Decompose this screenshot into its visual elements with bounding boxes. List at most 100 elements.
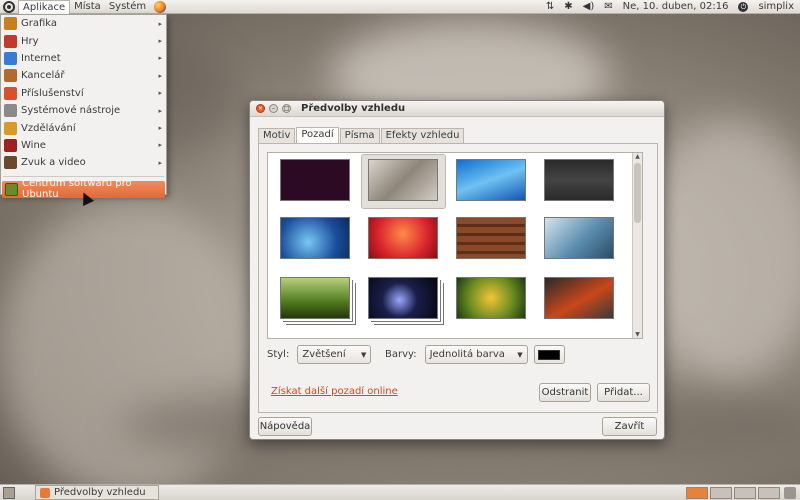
wallpaper-gallery[interactable]: ▲ ▼ [267,152,643,339]
menu-item-label: Hry [21,35,39,47]
menu-item[interactable]: Vzdělávání ▸ [1,119,166,136]
colors-row: Barvy: Jednolitá barva ▼ [385,345,565,364]
workspace-switcher [686,486,780,499]
menu-places[interactable]: Místa [70,0,105,14]
education-icon [4,121,17,135]
menu-item-label: Centrum softwaru pro Ubuntu [22,178,132,201]
colors-label: Barvy: [385,349,417,360]
appearance-icon [40,487,50,498]
menu-item-label: Systémové nástroje [21,105,121,117]
chevron-right-icon: ▸ [158,89,162,98]
workspace-4[interactable] [758,486,780,499]
wallpaper-thumb-red-flowers[interactable] [368,217,438,259]
chevron-down-icon: ▼ [360,350,367,359]
menu-applications[interactable]: Aplikace [18,0,71,14]
chevron-down-icon: ▼ [517,350,523,359]
menu-system[interactable]: Systém [105,0,150,14]
wallpaper-thumb-orange-streaks[interactable] [544,277,614,319]
menu-item-label: Vzdělávání [21,122,76,134]
taskbar-item[interactable]: Předvolby vzhledu [35,485,159,500]
firefox-icon[interactable] [154,0,167,13]
dialog-titlebar[interactable]: × – □ Předvolby vzhledu [250,101,664,117]
username[interactable]: simplix [758,1,794,12]
gallery-scrollbar[interactable]: ▲ ▼ [632,153,642,338]
wallpaper-thumb-blue-swirl[interactable] [280,217,350,259]
background-panel: ▲ ▼ Styl: Zvětšení ▼ Barvy: Jednolitá ba… [258,143,658,413]
close-button[interactable]: Zavřít [602,417,657,436]
workspace-2[interactable] [710,486,732,499]
menu-item[interactable]: Zvuk a video ▸ [1,154,166,171]
tab-fonts[interactable]: Písma [339,128,380,143]
menu-item[interactable]: Internet ▸ [1,50,166,67]
games-icon [4,34,17,48]
menu-item[interactable]: Kancelář ▸ [1,67,166,84]
tab-theme[interactable]: Motiv [258,128,296,143]
close-window-icon[interactable]: × [256,104,265,113]
maximize-window-icon[interactable]: □ [282,104,291,113]
chevron-right-icon: ▸ [158,54,162,63]
dialog-title: Předvolby vzhledu [301,103,406,114]
software-center-icon [5,182,18,196]
wine-icon [4,138,17,152]
tab-background[interactable]: Pozadí [296,127,339,143]
menu-item-label: Internet [21,52,61,64]
style-select[interactable]: Zvětšení ▼ [297,345,372,364]
volume-icon[interactable]: ◀) [583,1,595,12]
workspace-1[interactable] [686,486,708,499]
wallpaper-thumb-wooden-planks[interactable] [456,217,526,259]
remove-button[interactable]: Odstranit [539,383,591,402]
wallpaper-thumb-green-grass[interactable] [280,277,350,319]
wallpaper-thumb-night-sky[interactable] [368,277,438,319]
get-more-backgrounds-link[interactable]: Získat další pozadí online [271,386,398,397]
minimize-window-icon[interactable]: – [269,104,278,113]
wallpaper-thumb-dark-windows[interactable] [544,159,614,201]
chevron-right-icon: ▸ [158,141,162,150]
network-icon[interactable]: ⇅ [546,1,554,12]
scroll-up-icon[interactable]: ▲ [633,153,642,160]
colors-select-value: Jednolitá barva [429,349,505,360]
clock[interactable]: Ne, 10. duben, 02:16 [623,1,729,12]
bluetooth-icon[interactable]: ✱ [564,1,572,12]
chevron-right-icon: ▸ [158,106,162,115]
menu-item[interactable]: Grafika ▸ [1,15,166,32]
menu-item-label: Grafika [21,18,58,30]
accessories-icon [4,86,17,100]
color-swatch [538,349,561,360]
chevron-right-icon: ▸ [158,71,162,80]
wallpaper-thumb-yellow-flowers[interactable] [456,277,526,319]
wallpaper-thumb-blue-abstract-peak[interactable] [456,159,526,201]
trash-icon[interactable] [784,486,796,499]
color-picker-button[interactable] [533,345,565,364]
menu-item-label: Zvuk a video [21,157,86,169]
workspace-3[interactable] [734,486,756,499]
wallpaper-thumb-grey-warty-bokeh[interactable] [368,159,438,201]
show-desktop-icon[interactable] [3,486,15,499]
style-label: Styl: [267,349,290,360]
mail-icon[interactable]: ✉ [604,1,612,12]
menu-item[interactable]: Příslušenství ▸ [1,85,166,102]
chevron-right-icon: ▸ [158,19,162,28]
tab-bar: Motiv Pozadí Písma Efekty vzhledu [258,127,465,143]
menu-item-label: Příslušenství [21,87,84,99]
appearance-preferences-dialog: × – □ Předvolby vzhledu Motiv Pozadí Pís… [249,100,665,440]
menu-item[interactable]: Wine ▸ [1,137,166,154]
wallpaper-thumb-frozen-branches[interactable] [544,217,614,259]
scrollbar-thumb[interactable] [634,163,641,223]
style-select-value: Zvětšení [302,349,346,360]
help-button[interactable]: Nápověda [258,417,312,436]
sound-video-icon [4,156,17,170]
applications-menu: Grafika ▸ Hry ▸ Internet ▸ Kancelář ▸ Příslušens… [0,14,167,200]
menu-item[interactable]: Systémové nástroje ▸ [1,102,166,119]
ubuntu-logo-icon[interactable] [3,0,15,13]
office-icon [4,69,17,83]
menu-separator [3,175,164,177]
colors-select[interactable]: Jednolitá barva ▼ [424,345,528,364]
scroll-down-icon[interactable]: ▼ [633,331,642,338]
top-panel: Aplikace Místa Systém ⇅ ✱ ◀) ✉ Ne, 10. d… [0,0,800,14]
tab-visual-effects[interactable]: Efekty vzhledu [380,128,465,143]
menu-item[interactable]: Hry ▸ [1,32,166,49]
add-button[interactable]: Přidat... [597,383,650,402]
internet-icon [4,51,17,65]
session-icon[interactable]: ⏻ [738,1,749,12]
wallpaper-thumb-solid-purple[interactable] [280,159,350,201]
